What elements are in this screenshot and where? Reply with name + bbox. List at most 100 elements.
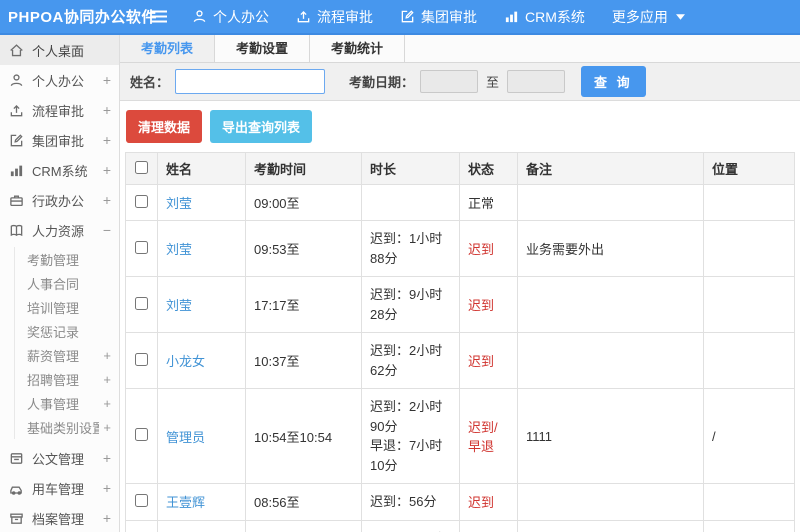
- select-all-cell: [125, 152, 158, 185]
- expand-toggle-icon[interactable]: +: [99, 396, 111, 411]
- employee-name-link[interactable]: 刘莹: [166, 196, 192, 211]
- expand-toggle-icon[interactable]: −: [99, 222, 111, 238]
- tab-3[interactable]: 考勤统计: [310, 35, 405, 62]
- sidebar-item-label: 行政办公: [32, 193, 85, 209]
- sidebar-subitem[interactable]: 奖惩记录: [15, 319, 119, 343]
- topnav-item[interactable]: 流程审批: [296, 7, 373, 27]
- sidebar-subitem-label: 奖惩记录: [27, 324, 80, 340]
- expand-toggle-icon[interactable]: +: [99, 102, 111, 118]
- flow-icon: [9, 103, 25, 118]
- expand-toggle-icon[interactable]: +: [99, 480, 111, 496]
- date-to-label: 至: [486, 75, 500, 90]
- car-icon: [9, 481, 25, 496]
- topnav-item[interactable]: CRM系统: [504, 7, 585, 27]
- sidebar-item[interactable]: 流程审批 +: [0, 95, 119, 125]
- sidebar-subitem-label: 薪资管理: [27, 348, 80, 364]
- date-from-input[interactable]: [420, 70, 479, 93]
- sidebar-subitem[interactable]: 基础类别设置 +: [15, 415, 119, 439]
- date-filter-label: 考勤日期：: [349, 75, 415, 90]
- sidebar-item[interactable]: 行政办公 +: [0, 185, 119, 215]
- expand-toggle-icon[interactable]: +: [99, 510, 111, 526]
- sidebar-item[interactable]: CRM系统 +: [0, 155, 119, 185]
- employee-name-link[interactable]: 王壹辉: [166, 495, 205, 510]
- row-checkbox[interactable]: [135, 493, 148, 507]
- tab-1[interactable]: 考勤列表: [120, 35, 215, 62]
- sidebar-item-label: 人力资源: [32, 223, 85, 239]
- export-list-button[interactable]: 导出查询列表: [210, 110, 313, 143]
- table-row: 王壹辉 08:56至 迟到：56分 迟到: [125, 483, 795, 521]
- row-select-cell: [125, 332, 158, 389]
- sidebar-item-label: 公文管理: [32, 451, 85, 467]
- topnav-item-label: 个人办公: [213, 8, 269, 25]
- expand-toggle-icon[interactable]: +: [99, 372, 111, 387]
- name-cell: 刘莹: [157, 276, 246, 333]
- sidebar-subitem[interactable]: 薪资管理 +: [15, 343, 119, 367]
- sidebar-item[interactable]: 个人办公 +: [0, 65, 119, 95]
- sidebar-item[interactable]: 档案管理 +: [0, 503, 119, 532]
- status-cell: 迟到/早退: [459, 388, 518, 484]
- topnav-item-label: CRM系统: [525, 8, 585, 25]
- employee-name-link[interactable]: 刘莹: [166, 242, 192, 257]
- sidebar-subitem[interactable]: 考勤管理: [15, 247, 119, 271]
- row-select-cell: [125, 276, 158, 333]
- topnav-item[interactable]: 集团审批: [400, 7, 477, 27]
- expand-toggle-icon[interactable]: +: [99, 450, 111, 466]
- remark-cell: 业务需要外出: [517, 220, 704, 277]
- status-cell: 正常: [459, 184, 518, 221]
- table-header-row: 姓名 考勤时间 时长 状态 备注 位置: [125, 152, 795, 185]
- topnav-item[interactable]: 个人办公: [192, 7, 269, 27]
- status-cell: 迟到/早退: [459, 519, 518, 532]
- row-checkbox[interactable]: [135, 352, 148, 366]
- location-cell: [703, 184, 795, 221]
- sidebar-item[interactable]: 公文管理 +: [0, 443, 119, 473]
- sidebar-item[interactable]: 用车管理 +: [0, 473, 119, 503]
- remark-cell: 1111: [517, 388, 704, 484]
- row-checkbox[interactable]: [135, 296, 148, 310]
- employee-name-link[interactable]: 管理员: [166, 430, 205, 445]
- date-to-input[interactable]: [507, 70, 566, 93]
- sidebar-item-label: 流程审批: [32, 103, 85, 119]
- sidebar-item[interactable]: 人力资源 −: [0, 215, 119, 245]
- row-checkbox[interactable]: [135, 428, 148, 441]
- column-header: 状态: [459, 152, 518, 185]
- table-row: 刘莹 17:17至 迟到：9小时28分 迟到: [125, 276, 795, 333]
- expand-toggle-icon[interactable]: +: [99, 420, 111, 435]
- table-row: 刘莹 09:00至 正常: [125, 184, 795, 221]
- row-select-cell: [125, 519, 158, 532]
- search-button[interactable]: 查 询: [581, 66, 646, 97]
- sidebar-subitem[interactable]: 培训管理: [15, 295, 119, 319]
- sidebar-subitem[interactable]: 人事管理 +: [15, 391, 119, 415]
- remark-cell: [517, 519, 704, 532]
- select-all-checkbox[interactable]: [135, 160, 148, 174]
- row-select-cell: [125, 483, 158, 521]
- tab-2[interactable]: 考勤设置: [215, 35, 310, 62]
- app-window: PHPOA协同办公软件 个人办公 流程审批 集团审批 CRM系统 更多应用 个人桌面 个人…: [0, 0, 800, 532]
- home-icon: [9, 43, 25, 58]
- sidebar-subitem[interactable]: 招聘管理 +: [15, 367, 119, 391]
- topnav-item[interactable]: 更多应用: [612, 7, 685, 27]
- employee-name-link[interactable]: 刘莹: [166, 298, 192, 313]
- row-checkbox[interactable]: [135, 240, 148, 254]
- top-navigation: 个人办公 流程审批 集团审批 CRM系统 更多应用: [192, 7, 712, 27]
- column-header: 位置: [703, 152, 795, 185]
- expand-toggle-icon[interactable]: +: [99, 192, 111, 208]
- user-icon: [192, 9, 207, 24]
- clean-data-button[interactable]: 清理数据: [126, 110, 203, 143]
- doc-icon: [9, 451, 25, 466]
- hamburger-menu-icon[interactable]: [150, 10, 168, 23]
- expand-toggle-icon[interactable]: +: [99, 132, 111, 148]
- time-cell: 13:20至13:20: [245, 519, 362, 532]
- expand-toggle-icon[interactable]: +: [99, 348, 111, 363]
- time-cell: 08:56至: [245, 483, 362, 521]
- employee-name-link[interactable]: 小龙女: [166, 354, 205, 369]
- row-checkbox[interactable]: [135, 194, 148, 208]
- expand-toggle-icon[interactable]: +: [99, 162, 111, 178]
- column-header: 考勤时间: [245, 152, 362, 185]
- sidebar-item[interactable]: 集团审批 +: [0, 125, 119, 155]
- location-cell: [703, 332, 795, 389]
- expand-toggle-icon[interactable]: +: [99, 72, 111, 88]
- sidebar-subitem[interactable]: 人事合同: [15, 271, 119, 295]
- name-filter-input[interactable]: [175, 69, 326, 94]
- location-cell: [703, 276, 795, 333]
- sidebar-item[interactable]: 个人桌面: [0, 35, 119, 65]
